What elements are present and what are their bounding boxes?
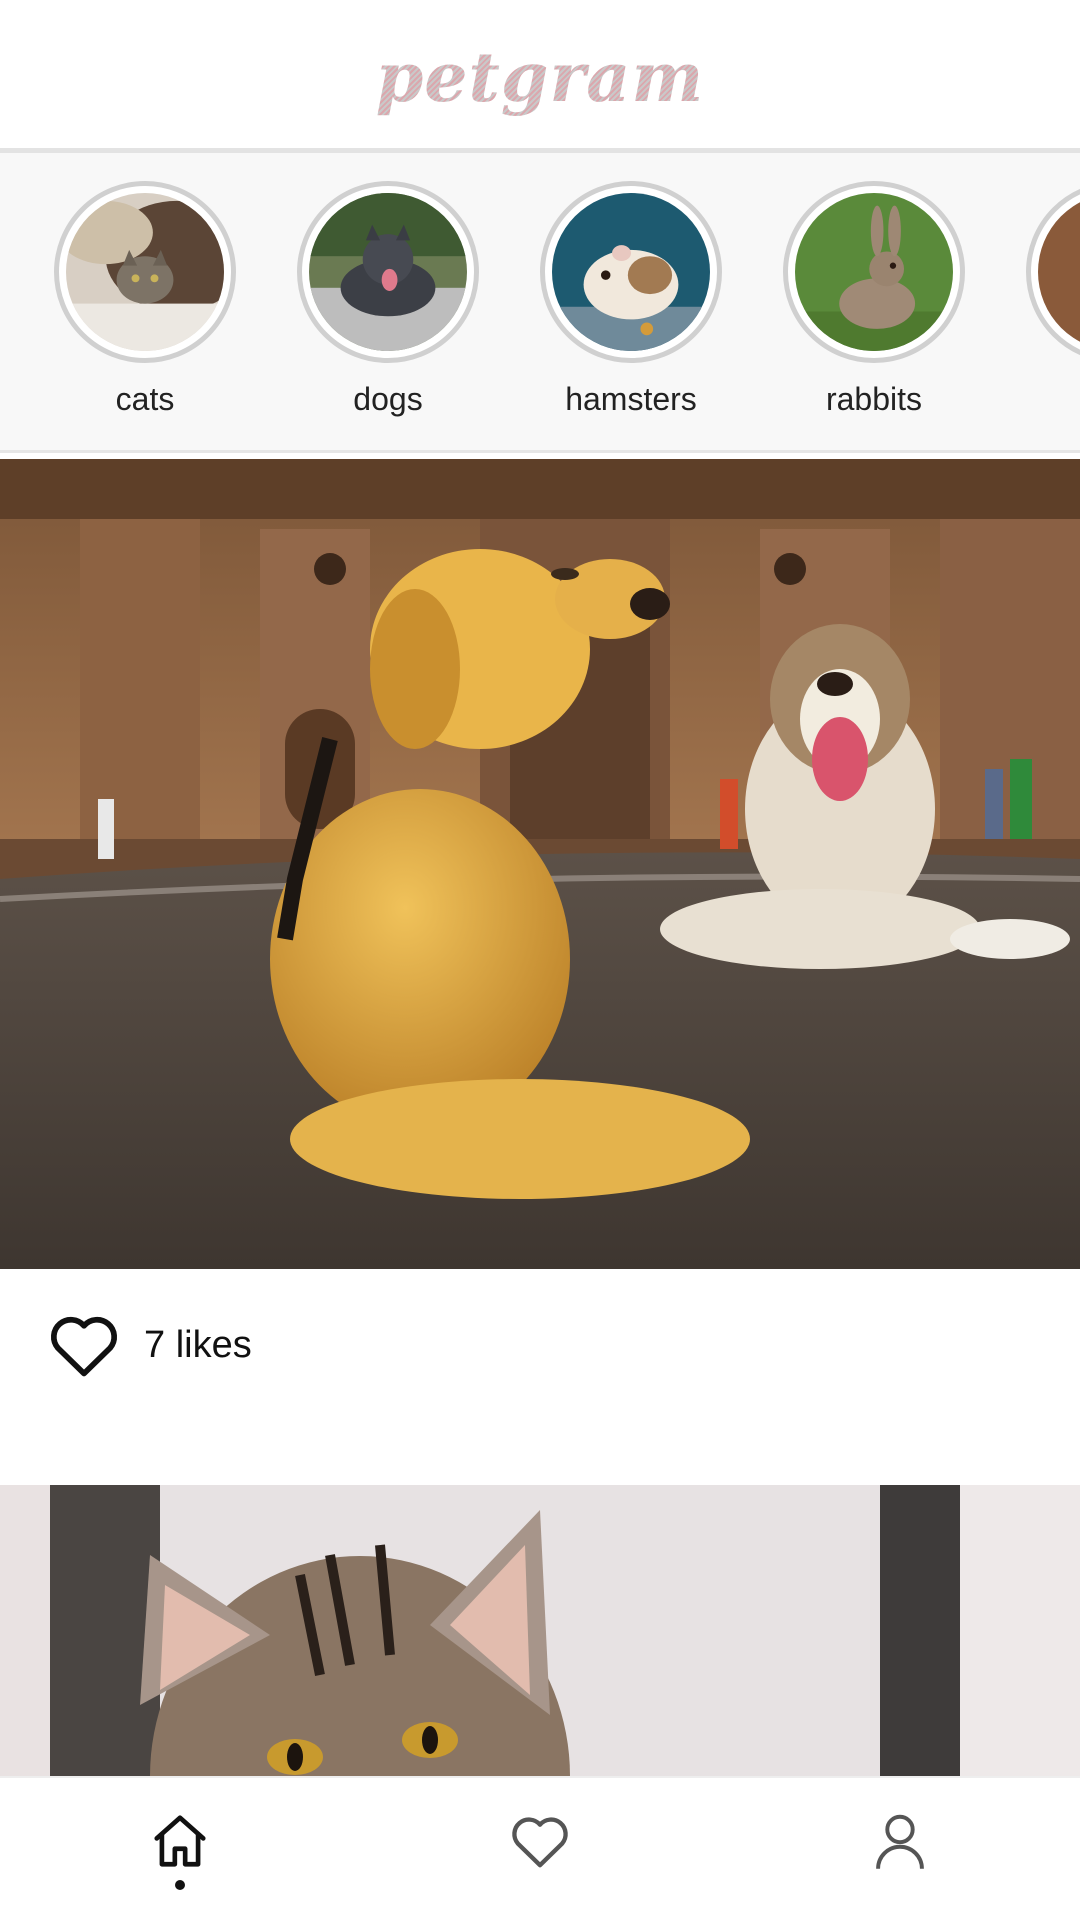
two-dogs-photo <box>0 459 1080 1269</box>
category-item-hamsters[interactable]: hamsters <box>531 181 731 418</box>
category-avatar[interactable] <box>297 181 479 363</box>
nav-profile[interactable] <box>830 1778 970 1920</box>
petgram-logo[interactable]: petgram <box>376 38 705 118</box>
rabbit-photo-thumbnail <box>795 193 953 351</box>
category-avatar[interactable] <box>1026 181 1080 363</box>
category-label: hamsters <box>565 381 697 417</box>
heart-icon <box>512 1817 568 1868</box>
hamster-photo-thumbnail <box>552 193 710 351</box>
category-avatar[interactable] <box>783 181 965 363</box>
category-label: rabbits <box>825 381 923 417</box>
category-avatar[interactable] <box>54 181 236 363</box>
likes-count: 7 likes <box>144 1323 252 1366</box>
user-icon <box>876 1814 924 1869</box>
category-item-cats[interactable]: cats <box>45 181 245 418</box>
nav-favorites[interactable] <box>470 1778 610 1920</box>
post-photo[interactable] <box>0 459 1080 1269</box>
heart-outline-icon <box>51 1316 117 1377</box>
nav-home[interactable] <box>110 1778 250 1920</box>
category-item-rabbits[interactable]: rabbits <box>774 181 974 418</box>
cat-photo-thumbnail <box>66 193 224 351</box>
category-item-dogs[interactable]: dogs <box>288 181 488 418</box>
post-actions: 7 likes <box>46 1305 252 1385</box>
bird-photo-thumbnail <box>1038 193 1080 351</box>
active-indicator <box>175 1880 185 1890</box>
category-list[interactable]: cats dogs hamsters rabbits <box>0 148 1080 453</box>
bottom-nav <box>0 1776 1080 1920</box>
category-item-birds[interactable] <box>1017 181 1080 381</box>
category-label: cats <box>115 381 175 417</box>
category-avatar[interactable] <box>540 181 722 363</box>
home-icon <box>154 1815 206 1867</box>
like-button[interactable] <box>46 1307 122 1383</box>
dog-photo-thumbnail <box>309 193 467 351</box>
post-photo[interactable] <box>0 1485 1080 1776</box>
cat-photo <box>0 1485 1080 1776</box>
category-label: dogs <box>353 381 423 417</box>
petgram-app: petgram cats dogs hamsters rabbits 7 lik… <box>0 0 1080 1920</box>
app-header: petgram <box>0 0 1080 148</box>
